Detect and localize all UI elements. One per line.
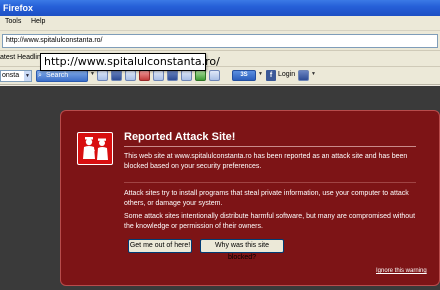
toolbar-combo[interactable]: onsta ▼ xyxy=(0,70,32,82)
toolbar-icon-3[interactable] xyxy=(125,70,136,81)
toolbar-icon-10[interactable] xyxy=(298,70,309,81)
toolbar-icon-4[interactable] xyxy=(139,70,150,81)
toolbar-icon-1[interactable] xyxy=(97,70,108,81)
chevron-down-icon[interactable]: ▼ xyxy=(258,71,263,77)
window-title-bar: Firefox xyxy=(0,0,440,16)
url-input[interactable]: http://www.spitalulconstanta.ro/ xyxy=(2,34,438,48)
menu-tools[interactable]: Tools xyxy=(5,18,21,25)
menu-help[interactable]: Help xyxy=(31,18,45,25)
warning-paragraph-3: Some attack sites intentionally distribu… xyxy=(124,213,416,230)
url-tooltip: http://www.spitalulconstanta.ro/ xyxy=(40,53,220,71)
menu-bar: Tools Help xyxy=(0,16,440,31)
toolbar-combo-value: onsta xyxy=(2,72,20,79)
warning-divider-2 xyxy=(124,182,416,183)
get-me-out-button[interactable]: Get me out of here! xyxy=(128,239,192,253)
latest-headlines-bookmark[interactable]: atest Headline xyxy=(0,54,45,61)
address-bar: http://www.spitalulconstanta.ro/ xyxy=(0,31,440,51)
toolbar-3s-button[interactable]: 3S xyxy=(232,70,256,81)
login-link[interactable]: Login xyxy=(278,71,295,78)
search-button[interactable]: ⌕ Search xyxy=(36,70,88,82)
window-title: Firefox xyxy=(3,3,34,13)
chevron-down-icon[interactable]: ▼ xyxy=(90,71,95,77)
chevron-down-icon[interactable]: ▼ xyxy=(24,71,31,81)
toolbar-icon-8[interactable] xyxy=(195,70,206,81)
warning-paragraph-2: Attack sites try to install programs tha… xyxy=(124,190,409,207)
warning-paragraph-1: This web site at www.spitalulconstanta.r… xyxy=(124,153,408,170)
toolbar-icon-6[interactable] xyxy=(167,70,178,81)
chevron-down-icon[interactable]: ▼ xyxy=(311,71,316,77)
toolbar-icon-5[interactable] xyxy=(153,70,164,81)
facebook-icon[interactable]: f xyxy=(266,70,276,81)
search-icon: ⌕ xyxy=(38,72,42,79)
why-blocked-button[interactable]: Why was this site blocked? xyxy=(200,239,284,261)
warning-title: Reported Attack Site! xyxy=(124,131,236,143)
warning-divider xyxy=(124,146,416,147)
toolbar-icon-2[interactable] xyxy=(111,70,122,81)
ignore-warning-link[interactable]: Ignore this warning xyxy=(376,268,427,274)
police-officer-icon xyxy=(77,132,113,165)
search-button-label: Search xyxy=(46,72,69,79)
toolbar-icon-7[interactable] xyxy=(181,70,192,81)
toolbar-icon-9[interactable] xyxy=(209,70,220,81)
